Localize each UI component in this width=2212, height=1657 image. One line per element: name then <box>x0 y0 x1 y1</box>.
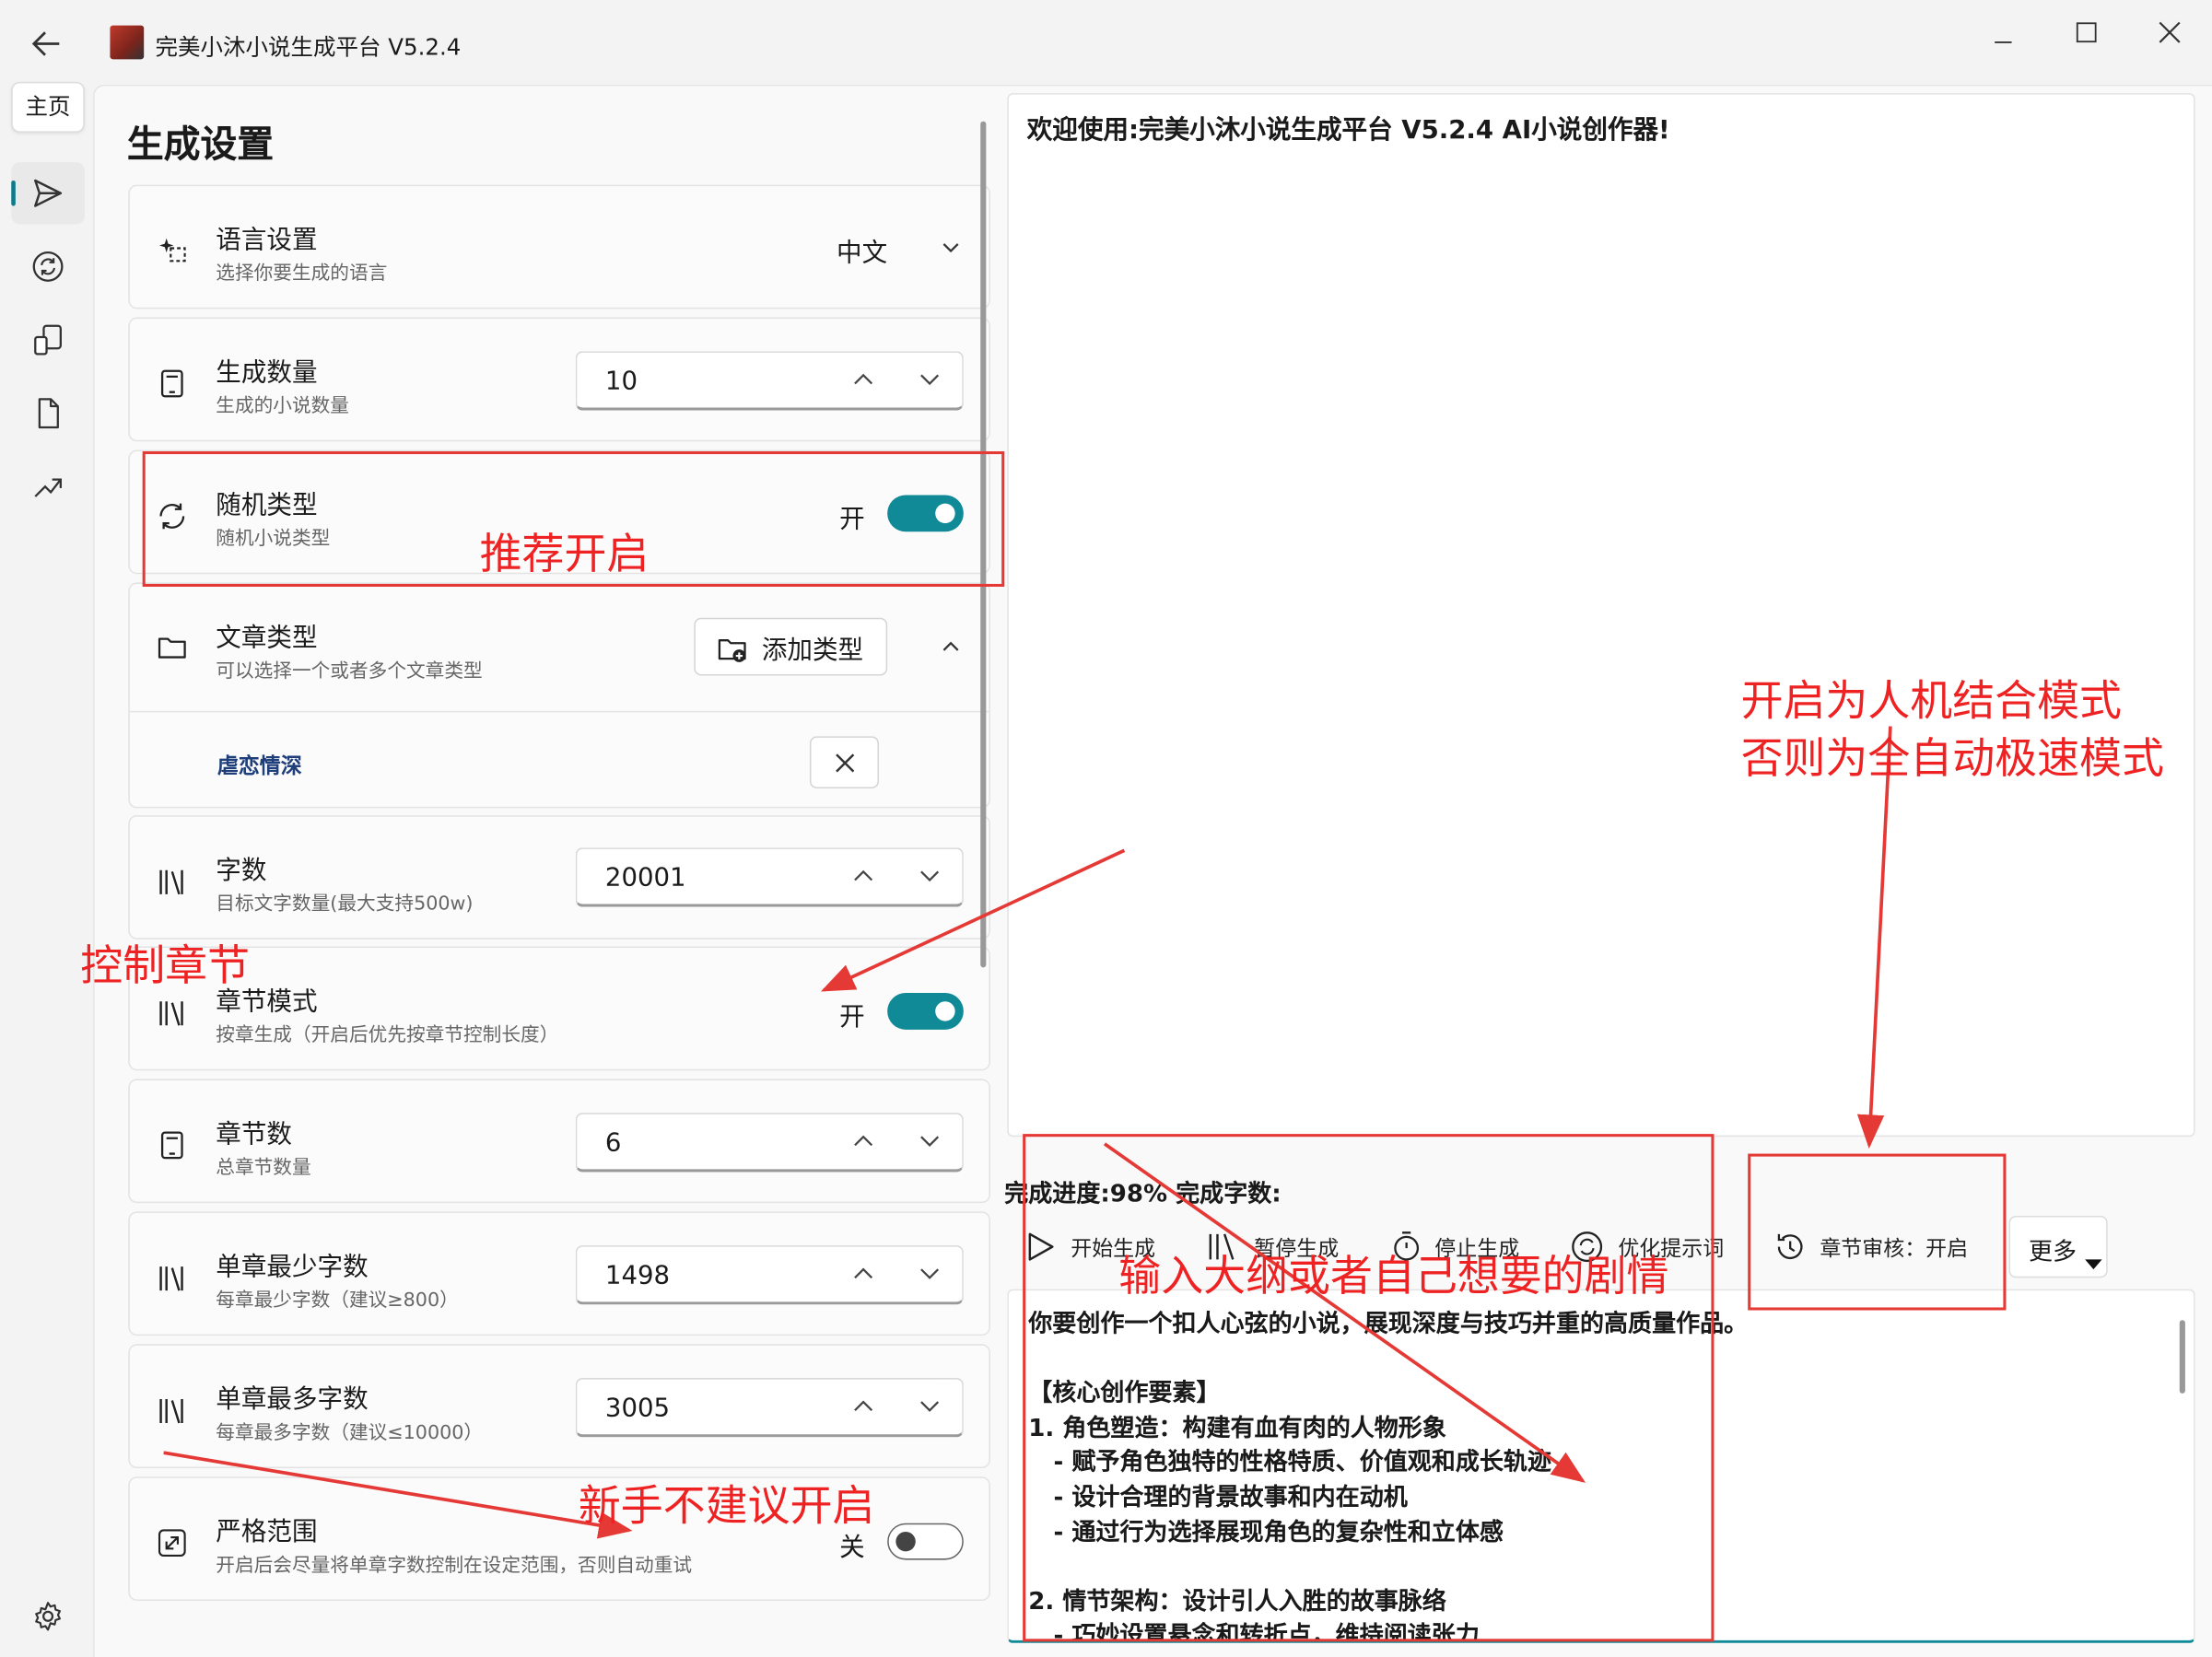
arrow-strict <box>163 1451 633 1539</box>
arrow-outline <box>1103 1142 1586 1483</box>
arrow-chapter-mode <box>820 848 1126 992</box>
annotation-control-chapter: 控制章节 <box>80 941 251 992</box>
annotation-outline: 输入大纲或者自己想要的剧情 <box>1118 1252 1669 1302</box>
annotation-arrows <box>163 726 1892 1539</box>
arrow-review <box>1856 726 1892 1149</box>
annotation-review-line1: 开启为人机结合模式 <box>1740 677 2122 727</box>
annotation-review-line2: 否则为全自动极速模式 <box>1740 734 2164 785</box>
annotation-newbie: 新手不建议开启 <box>578 1482 875 1532</box>
app-window: 完美小沐小说生成平台 V5.2.4 主页 生成设置 语言设置 选择你要生成的语言… <box>0 0 2212 1657</box>
annotation-recommend: 推荐开启 <box>479 530 650 580</box>
